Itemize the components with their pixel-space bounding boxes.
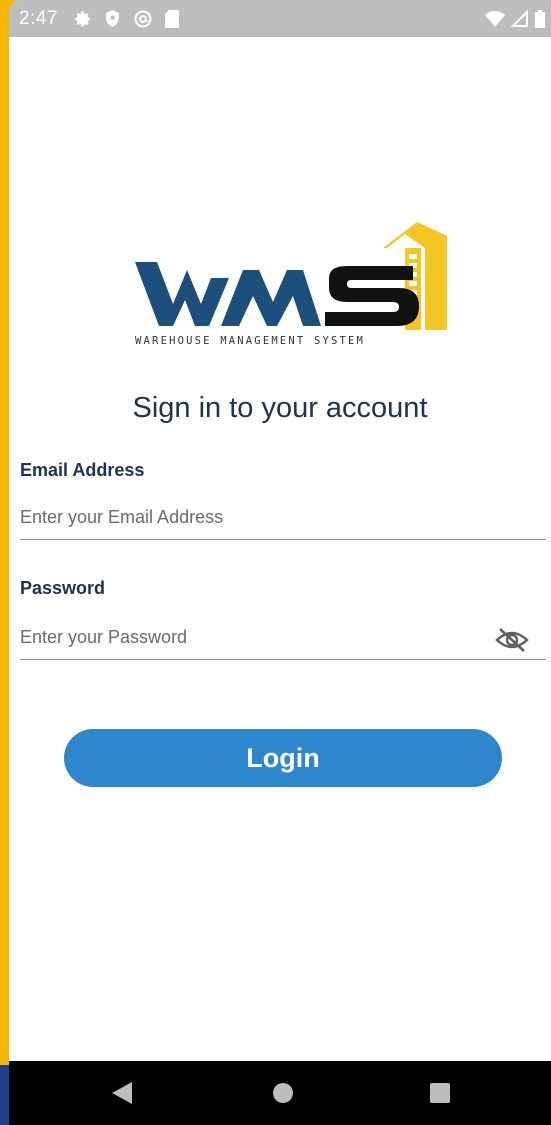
at-sign-icon	[133, 9, 153, 29]
status-icons-right	[485, 0, 545, 37]
email-field[interactable]	[20, 495, 546, 540]
navigation-bar	[9, 1061, 551, 1125]
status-time: 2:47	[19, 7, 58, 29]
password-label: Password	[20, 578, 106, 598]
status-bar: 2:47	[9, 0, 551, 37]
email-label: Email Address	[20, 460, 145, 480]
eye-off-icon[interactable]	[495, 626, 529, 654]
signal-icon	[511, 9, 529, 28]
sd-card-icon	[164, 9, 179, 28]
home-icon[interactable]	[253, 1061, 313, 1125]
shield-icon	[104, 9, 121, 28]
login-button[interactable]: Login	[64, 729, 502, 787]
device-frame: 2:47 WAREHOUSE MANAGEMENT SYSTEM Sign in…	[0, 0, 551, 1125]
recents-icon[interactable]	[410, 1061, 470, 1125]
password-field[interactable]	[20, 615, 546, 660]
wifi-icon	[485, 10, 505, 27]
logo-subtitle: WAREHOUSE MANAGEMENT SYSTEM	[135, 335, 365, 347]
wms-logo: WAREHOUSE MANAGEMENT SYSTEM	[125, 218, 465, 358]
settings-icon	[74, 10, 92, 28]
status-icons-left	[74, 9, 179, 29]
back-icon[interactable]	[92, 1061, 152, 1125]
battery-icon	[535, 9, 545, 28]
page-title: Sign in to your account	[132, 392, 428, 424]
phone-screen: 2:47 WAREHOUSE MANAGEMENT SYSTEM Sign in…	[9, 0, 551, 1125]
